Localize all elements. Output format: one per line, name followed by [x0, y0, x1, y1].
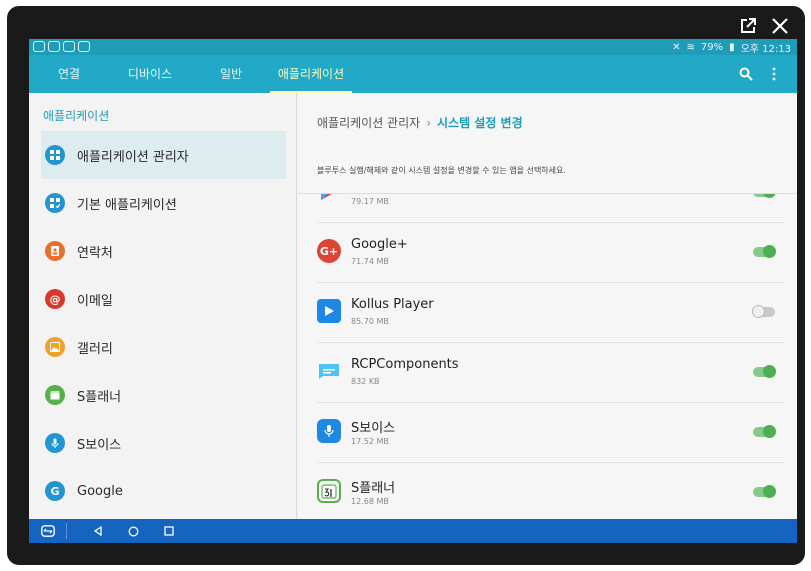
sidebar-item-label: 갤러리: [77, 341, 113, 357]
breadcrumb-separator: ›: [426, 116, 431, 130]
breadcrumb: 애플리케이션 관리자 › 시스템 설정 변경: [317, 114, 523, 131]
app-name: S보이스: [351, 421, 396, 436]
wifi-icon: ≋: [686, 42, 695, 53]
app-name: RCPComponents: [351, 357, 459, 372]
app-size: 12.68 MB: [351, 497, 389, 506]
app-name: Kollus Player: [351, 297, 434, 312]
sidebar-item-google[interactable]: G Google: [41, 467, 286, 515]
google-icon: G: [45, 481, 65, 501]
list-item[interactable]: S플래너 12.68 MB: [317, 463, 783, 519]
tab-connections[interactable]: 연결: [45, 55, 93, 93]
mic-icon: [45, 433, 65, 453]
permission-toggle[interactable]: [753, 245, 776, 258]
youtube-icon: [63, 41, 75, 52]
contacts-icon: [45, 241, 65, 261]
navigation-bar: [29, 519, 797, 543]
calendar-icon: [45, 385, 65, 405]
sidebar-item-s-voice[interactable]: S보이스: [41, 419, 286, 467]
tab-applications[interactable]: 애플리케이션: [270, 55, 352, 93]
battery-icon: ▮: [729, 42, 735, 53]
email-icon: @: [45, 289, 65, 309]
grid-icon: [45, 145, 65, 165]
list-item[interactable]: G+ Google+ 71.74 MB: [317, 223, 783, 283]
sidebar-item-label: Google: [77, 483, 123, 499]
more-vert-icon[interactable]: [771, 55, 777, 93]
close-icon[interactable]: [771, 17, 789, 35]
home-icon[interactable]: [128, 519, 139, 543]
kollus-player-icon: [317, 299, 341, 323]
battery-percent: 79%: [700, 42, 724, 53]
list-item[interactable]: RCPComponents 832 KB: [317, 343, 783, 403]
sidebar-item-s-planner[interactable]: S플래너: [41, 371, 286, 419]
permission-toggle[interactable]: [753, 425, 776, 438]
main-panel: 애플리케이션 관리자 › 시스템 설정 변경 블루투스 실행/해제와 같이 시스템 …: [298, 93, 797, 519]
app-bar: 연결 디바이스 일반 애플리케이션: [29, 55, 797, 93]
permission-toggle[interactable]: [753, 365, 776, 378]
list-item[interactable]: S보이스 17.52 MB: [317, 403, 783, 463]
sidebar-item-label: S플래너: [77, 389, 122, 405]
app-size: 85.70 MB: [351, 317, 389, 326]
sidebar-item-contacts[interactable]: 연락처: [41, 227, 286, 275]
nav-divider: [66, 523, 67, 539]
sidebar-item-default-apps[interactable]: 기본 애플리케이션: [41, 179, 286, 227]
list-item[interactable]: 79.17 MB: [317, 194, 783, 223]
recents-icon[interactable]: [164, 519, 174, 543]
remote-control-icon[interactable]: [41, 519, 55, 543]
s-planner-icon: [317, 479, 341, 503]
tab-general[interactable]: 일반: [211, 55, 251, 93]
open-external-icon[interactable]: [739, 17, 757, 35]
sidebar-item-email[interactable]: @ 이메일: [41, 275, 286, 323]
eye-icon: [33, 41, 45, 52]
play-store-icon: [317, 194, 341, 203]
back-icon[interactable]: [93, 519, 103, 543]
app-size: 79.17 MB: [351, 197, 389, 206]
app-size: 17.52 MB: [351, 437, 389, 446]
list-item[interactable]: Kollus Player 85.70 MB: [317, 283, 783, 343]
app-name: S플래너: [351, 481, 396, 496]
sidebar-item-label: 연락처: [77, 245, 113, 261]
sidebar-item-label: 이메일: [77, 293, 113, 309]
tab-device[interactable]: 디바이스: [119, 55, 181, 93]
remote-notification-icon: [48, 41, 60, 52]
google-plus-icon: G+: [317, 239, 341, 263]
page-title: 시스템 설정 변경: [437, 116, 523, 130]
search-icon[interactable]: [739, 55, 753, 93]
status-bar: ✕ ≋ 79% ▮ 오후 12:13: [29, 39, 797, 55]
sidebar-item-label: 기본 애플리케이션: [77, 197, 177, 213]
app-size: 832 KB: [351, 377, 380, 386]
breadcrumb-parent[interactable]: 애플리케이션 관리자: [317, 116, 420, 130]
sidebar-item-gallery[interactable]: 갤러리: [41, 323, 286, 371]
sidebar: 애플리케이션 애플리케이션 관리자 기본 애플리케이션 연락처 @ 이메일 갤러…: [29, 93, 297, 519]
sidebar-item-label: 애플리케이션 관리자: [77, 149, 189, 165]
sidebar-header: 애플리케이션: [43, 109, 110, 123]
sidebar-item-application-manager[interactable]: 애플리케이션 관리자: [41, 131, 286, 179]
gallery-icon: [45, 337, 65, 357]
app-name: Google+: [351, 237, 408, 252]
rcp-components-icon: [317, 359, 341, 383]
device-screen: ✕ ≋ 79% ▮ 오후 12:13 연결 디바이스 일반 애플리케이션 애플리…: [29, 39, 797, 543]
clock: 오후 12:13: [740, 44, 791, 55]
download-icon: [78, 41, 90, 52]
sidebar-item-label: S보이스: [77, 437, 122, 453]
device-frame: ✕ ≋ 79% ▮ 오후 12:13 연결 디바이스 일반 애플리케이션 애플리…: [7, 6, 805, 565]
permission-toggle[interactable]: [753, 194, 776, 198]
s-voice-icon: [317, 419, 341, 443]
permission-toggle[interactable]: [752, 305, 775, 318]
page-description: 블루투스 실행/해제와 같이 시스템 설정을 변경할 수 있는 앱을 선택하세요…: [317, 166, 566, 175]
mute-icon: ✕: [672, 42, 681, 53]
permission-toggle[interactable]: [753, 485, 776, 498]
default-apps-icon: [45, 193, 65, 213]
app-size: 71.74 MB: [351, 257, 389, 266]
app-list: 79.17 MB G+ Google+ 71.74 MB Kollus Play…: [298, 193, 797, 519]
